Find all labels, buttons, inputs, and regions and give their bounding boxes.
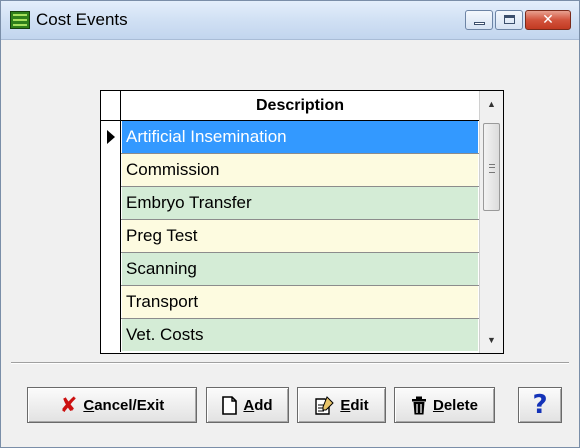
row-indicator[interactable] (101, 253, 121, 286)
table-row[interactable]: Commission (101, 154, 479, 187)
x-icon: ✘ (59, 392, 78, 417)
vertical-scrollbar[interactable]: ▲ ▼ (479, 91, 503, 353)
current-row-arrow-icon (107, 130, 115, 144)
description-cell[interactable]: Artificial Insemination (122, 121, 478, 153)
row-indicator[interactable] (101, 286, 121, 319)
column-header-description[interactable]: Description (122, 91, 478, 120)
description-cell[interactable]: Vet. Costs (122, 319, 478, 351)
scroll-up-arrow-icon[interactable]: ▲ (480, 91, 503, 117)
table-row[interactable]: Artificial Insemination (101, 121, 479, 154)
toolbar-divider (11, 362, 569, 364)
description-cell[interactable]: Transport (122, 286, 478, 318)
title-bar[interactable]: Cost Events ✕ (1, 1, 579, 40)
cancel-exit-label: Cancel/Exit (83, 396, 165, 414)
maximize-icon (504, 15, 515, 24)
edit-button[interactable]: Edit (297, 387, 386, 423)
scrollbar-thumb[interactable] (483, 123, 500, 211)
table-row[interactable]: Embryo Transfer (101, 187, 479, 220)
row-indicator[interactable] (101, 121, 121, 154)
close-icon: ✕ (542, 12, 554, 28)
grip-icon (489, 164, 495, 173)
button-toolbar: ✘ Cancel/Exit Add Edit Delete ? (20, 374, 572, 436)
grid-header-row: Description (101, 91, 503, 121)
close-button[interactable]: ✕ (525, 10, 571, 30)
delete-label: Delete (432, 396, 479, 414)
row-indicator[interactable] (101, 154, 121, 187)
cost-events-window: Cost Events ✕ Description Artificial Ins… (0, 0, 580, 448)
description-cell[interactable]: Preg Test (122, 220, 478, 252)
window-title: Cost Events (36, 10, 128, 29)
minimize-button[interactable] (465, 10, 493, 30)
cost-events-grid: Description Artificial Insemination Comm… (100, 90, 504, 354)
table-row[interactable]: Preg Test (101, 220, 479, 253)
table-row[interactable]: Transport (101, 286, 479, 319)
description-cell[interactable]: Scanning (122, 253, 478, 285)
row-indicator[interactable] (101, 220, 121, 253)
minimize-icon (474, 22, 485, 25)
edit-document-icon (314, 395, 335, 415)
trash-icon (411, 396, 427, 415)
help-button[interactable]: ? (518, 387, 562, 423)
cancel-exit-button[interactable]: ✘ Cancel/Exit (27, 387, 197, 423)
edit-label: Edit (340, 396, 369, 414)
row-indicator[interactable] (101, 187, 121, 220)
description-cell[interactable]: Embryo Transfer (122, 187, 478, 219)
add-label: Add (243, 396, 273, 414)
new-document-icon (222, 395, 238, 415)
app-icon (10, 11, 30, 29)
table-row[interactable]: Vet. Costs (101, 319, 479, 352)
description-cell[interactable]: Commission (122, 154, 478, 186)
row-indicator[interactable] (101, 319, 121, 352)
add-button[interactable]: Add (206, 387, 289, 423)
scroll-down-arrow-icon[interactable]: ▼ (480, 327, 503, 353)
help-icon: ? (532, 390, 548, 420)
table-row[interactable]: Scanning (101, 253, 479, 286)
maximize-button[interactable] (495, 10, 523, 30)
delete-button[interactable]: Delete (394, 387, 495, 423)
row-indicator-header (101, 91, 121, 120)
